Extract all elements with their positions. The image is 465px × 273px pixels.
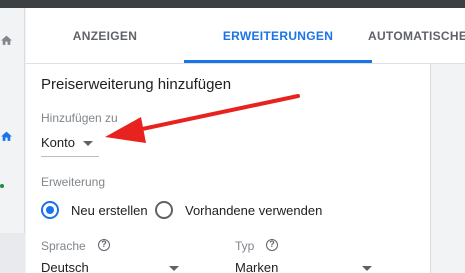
panel-divider [430,64,431,273]
type-dropdown[interactable]: Marken [235,260,278,273]
app-window: ANZEIGEN ERWEITERUNGEN AUTOMATISCHE ERWE… [0,0,465,273]
status-dot [0,184,4,188]
radio-new[interactable] [41,201,59,219]
side-rail [0,8,25,273]
home-icon[interactable] [0,34,13,47]
extension-label: Erweiterung [41,175,106,189]
help-circle-icon[interactable]: ? [266,239,278,251]
home-icon[interactable] [0,130,13,143]
price-extension-form: Preiserweiterung hinzufügen Hinzufügen z… [26,64,430,273]
radio-new-dot [46,206,54,214]
add-to-dropdown[interactable]: Konto [41,135,75,150]
caret-down-icon[interactable] [83,141,93,146]
language-value: Deutsch [41,260,89,273]
caret-down-icon[interactable] [362,266,372,271]
caret-down-icon[interactable] [169,266,179,271]
help-circle-icon[interactable]: ? [98,239,110,251]
rail-footer [0,233,25,273]
radio-new-label[interactable]: Neu erstellen [71,203,148,218]
radio-existing-label[interactable]: Vorhandene verwenden [185,203,322,218]
add-to-label: Hinzufügen zu [41,111,118,125]
type-label: Typ [235,239,255,253]
type-value: Marken [235,260,279,273]
top-bar [0,0,465,8]
language-dropdown[interactable]: Deutsch [41,260,89,273]
tab-automatische-erweiterungen[interactable]: AUTOMATISCHE ERWEITERUNGEN [368,8,465,64]
add-to-underline [41,156,99,157]
language-label: Sprache [41,239,86,253]
add-to-value: Konto [41,135,75,150]
tab-anzeigen[interactable]: ANZEIGEN [26,8,184,64]
tab-bar: ANZEIGEN ERWEITERUNGEN AUTOMATISCHE ERWE… [26,8,465,64]
tab-erweiterungen[interactable]: ERWEITERUNGEN [184,8,372,64]
active-tab-indicator [184,60,372,63]
radio-existing[interactable] [155,201,173,219]
form-title: Preiserweiterung hinzufügen [41,76,232,93]
